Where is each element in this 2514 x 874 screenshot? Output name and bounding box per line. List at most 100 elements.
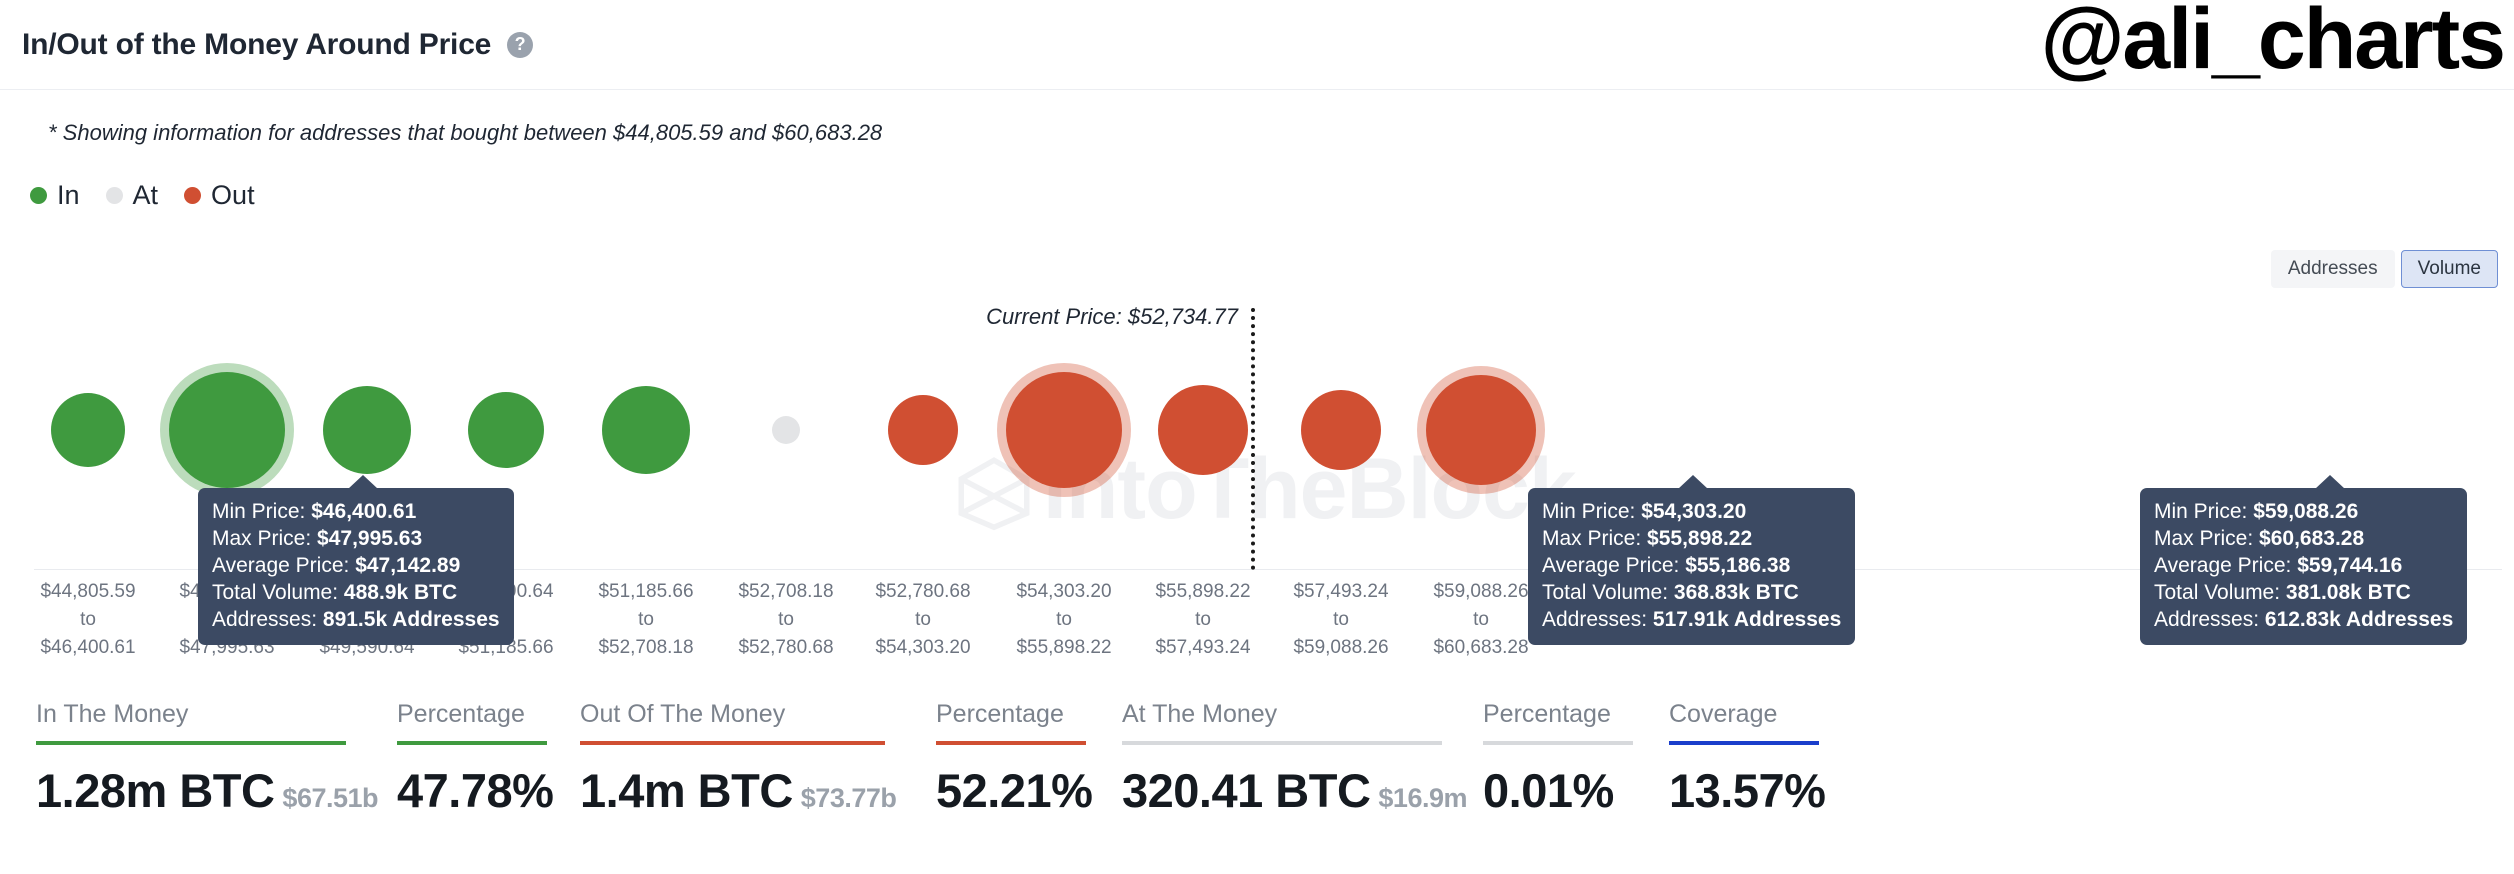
in-out-of-money-chart-panel: In/Out of the Money Around Price ? @ali_… <box>0 0 2514 874</box>
stat-label: In The Money <box>36 700 371 729</box>
axis-tick-line-bot: $57,493.24 <box>1155 634 1250 662</box>
axis-tick-line-top: $51,185.66 <box>598 578 693 606</box>
tooltip-row-value: $54,303.20 <box>1641 500 1746 523</box>
tooltip-row-value: 517.91k Addresses <box>1653 608 1841 631</box>
stat-at-percentage: Percentage 0.01% <box>1483 700 1643 818</box>
axis-tick-line-mid: to <box>875 606 970 634</box>
stat-at-the-money: At The Money 320.41 BTC$16.9m <box>1122 700 1457 818</box>
bubble-in-5[interactable] <box>602 386 690 474</box>
axis-tick-line-top: $52,708.18 <box>738 578 833 606</box>
bubble-out-9[interactable] <box>1158 385 1248 475</box>
stat-value: 52.21% <box>936 763 1096 818</box>
tooltip-row-volume: Total Volume: 368.83k BTC <box>1542 579 1841 606</box>
bubble-out-11[interactable] <box>1426 375 1536 485</box>
chart-subtitle: * Showing information for addresses that… <box>48 120 882 146</box>
axis-tick-line-top: $59,088.26 <box>1433 578 1528 606</box>
bubble-out-8[interactable] <box>1006 372 1122 488</box>
tooltip-row-avg-price: Average Price: $47,142.89 <box>212 552 500 579</box>
question-mark-icon[interactable]: ? <box>507 32 533 58</box>
legend-dot-out-icon <box>184 187 201 204</box>
tooltip-row-label: Max Price: <box>1542 527 1647 550</box>
tooltip-row-value: $60,683.28 <box>2259 527 2364 550</box>
axis-tick-11: $59,088.26to$60,683.28 <box>1433 578 1528 662</box>
bubble-in-3[interactable] <box>323 386 411 474</box>
tooltip-row-max-price: Max Price: $47,995.63 <box>212 525 500 552</box>
stat-label: Percentage <box>1483 700 1643 729</box>
tooltip-row-volume: Total Volume: 381.08k BTC <box>2154 579 2453 606</box>
tooltip-row-label: Average Price: <box>212 554 355 577</box>
axis-tick-line-top: $52,780.68 <box>875 578 970 606</box>
stat-value: 47.78% <box>397 763 554 818</box>
tooltip-arrow-icon <box>348 475 378 489</box>
stat-value: 0.01% <box>1483 763 1643 818</box>
tooltip-row-label: Addresses: <box>2154 608 2265 631</box>
tooltip-row-value: $59,744.16 <box>2297 554 2402 577</box>
tooltip-row-value: $55,898.22 <box>1647 527 1752 550</box>
stat-rule <box>1122 741 1442 745</box>
toggle-addresses-button[interactable]: Addresses <box>2271 250 2395 288</box>
legend-label-out: Out <box>211 180 255 211</box>
axis-tick-line-bot: $54,303.20 <box>875 634 970 662</box>
stat-coverage: Coverage 13.57% <box>1669 700 1829 818</box>
tooltip-bucket-8: Min Price: $54,303.20Max Price: $55,898.… <box>1528 488 1855 645</box>
tooltip-row-label: Min Price: <box>1542 500 1641 523</box>
axis-tick-6: $52,708.18to$52,780.68 <box>738 578 833 662</box>
axis-tick-line-mid: to <box>1155 606 1250 634</box>
panel-header: In/Out of the Money Around Price ? @ali_… <box>0 0 2514 90</box>
stat-out-of-the-money: Out Of The Money 1.4m BTC$73.77b <box>580 700 910 818</box>
tooltip-row-avg-price: Average Price: $55,186.38 <box>1542 552 1841 579</box>
tooltip-row-min-price: Min Price: $54,303.20 <box>1542 498 1841 525</box>
tooltip-row-label: Total Volume: <box>2154 581 2286 604</box>
axis-tick-8: $54,303.20to$55,898.22 <box>1016 578 1111 662</box>
tooltip-row-label: Addresses: <box>212 608 323 631</box>
axis-tick-line-bot: $59,088.26 <box>1293 634 1388 662</box>
tooltip-row-addresses: Addresses: 612.83k Addresses <box>2154 606 2453 633</box>
legend-item-at[interactable]: At <box>106 180 159 211</box>
axis-tick-line-bot: $60,683.28 <box>1433 634 1528 662</box>
summary-stats-row: In The Money 1.28m BTC$67.51b Percentage… <box>0 700 2514 874</box>
tooltip-arrow-icon <box>2315 475 2345 489</box>
stat-label: Percentage <box>936 700 1096 729</box>
bubble-in-2[interactable] <box>169 372 285 488</box>
legend-item-out[interactable]: Out <box>184 180 255 211</box>
toggle-volume-button[interactable]: Volume <box>2401 250 2498 288</box>
bubble-in-1[interactable] <box>51 393 125 467</box>
page-title: In/Out of the Money Around Price <box>22 28 491 62</box>
stat-label: Out Of The Money <box>580 700 910 729</box>
stat-label: Coverage <box>1669 700 1829 729</box>
stat-rule <box>580 741 885 745</box>
bubble-out-7[interactable] <box>888 395 958 465</box>
stat-rule <box>936 741 1086 745</box>
axis-tick-line-top: $55,898.22 <box>1155 578 1250 606</box>
bubble-at-6[interactable] <box>772 416 800 444</box>
axis-tick-10: $57,493.24to$59,088.26 <box>1293 578 1388 662</box>
axis-tick-line-bot: $46,400.61 <box>40 634 135 662</box>
stat-subvalue: $73.77b <box>801 783 897 813</box>
legend-label-in: In <box>57 180 80 211</box>
stat-rule <box>1669 741 1819 745</box>
tooltip-row-label: Average Price: <box>1542 554 1685 577</box>
tooltip-row-value: $59,088.26 <box>2253 500 2358 523</box>
stat-in-percentage: Percentage 47.78% <box>397 700 554 818</box>
tooltip-row-value: 368.83k BTC <box>1674 581 1799 604</box>
tooltip-row-label: Max Price: <box>2154 527 2259 550</box>
tooltip-row-label: Min Price: <box>2154 500 2253 523</box>
legend-label-at: At <box>133 180 159 211</box>
axis-tick-line-mid: to <box>40 606 135 634</box>
stat-value: 1.28m BTC$67.51b <box>36 763 371 818</box>
legend-item-in[interactable]: In <box>30 180 80 211</box>
metric-toggle-group: Addresses Volume <box>2271 250 2498 288</box>
tooltip-bucket-2: Min Price: $46,400.61Max Price: $47,995.… <box>198 488 514 645</box>
stat-value: 13.57% <box>1669 763 1829 818</box>
tooltip-row-avg-price: Average Price: $59,744.16 <box>2154 552 2453 579</box>
tooltip-row-value: $55,186.38 <box>1685 554 1790 577</box>
tooltip-row-value: 488.9k BTC <box>344 581 457 604</box>
axis-tick-9: $55,898.22to$57,493.24 <box>1155 578 1250 662</box>
bubble-in-4[interactable] <box>468 392 544 468</box>
stat-rule <box>1483 741 1633 745</box>
axis-tick-7: $52,780.68to$54,303.20 <box>875 578 970 662</box>
tooltip-bucket-11: Min Price: $59,088.26 Max Price: $60,683.… <box>2140 488 2467 645</box>
stat-value: 1.4m BTC$73.77b <box>580 763 910 818</box>
bubble-out-10[interactable] <box>1301 390 1381 470</box>
tooltip-row-value: 891.5k Addresses <box>323 608 500 631</box>
